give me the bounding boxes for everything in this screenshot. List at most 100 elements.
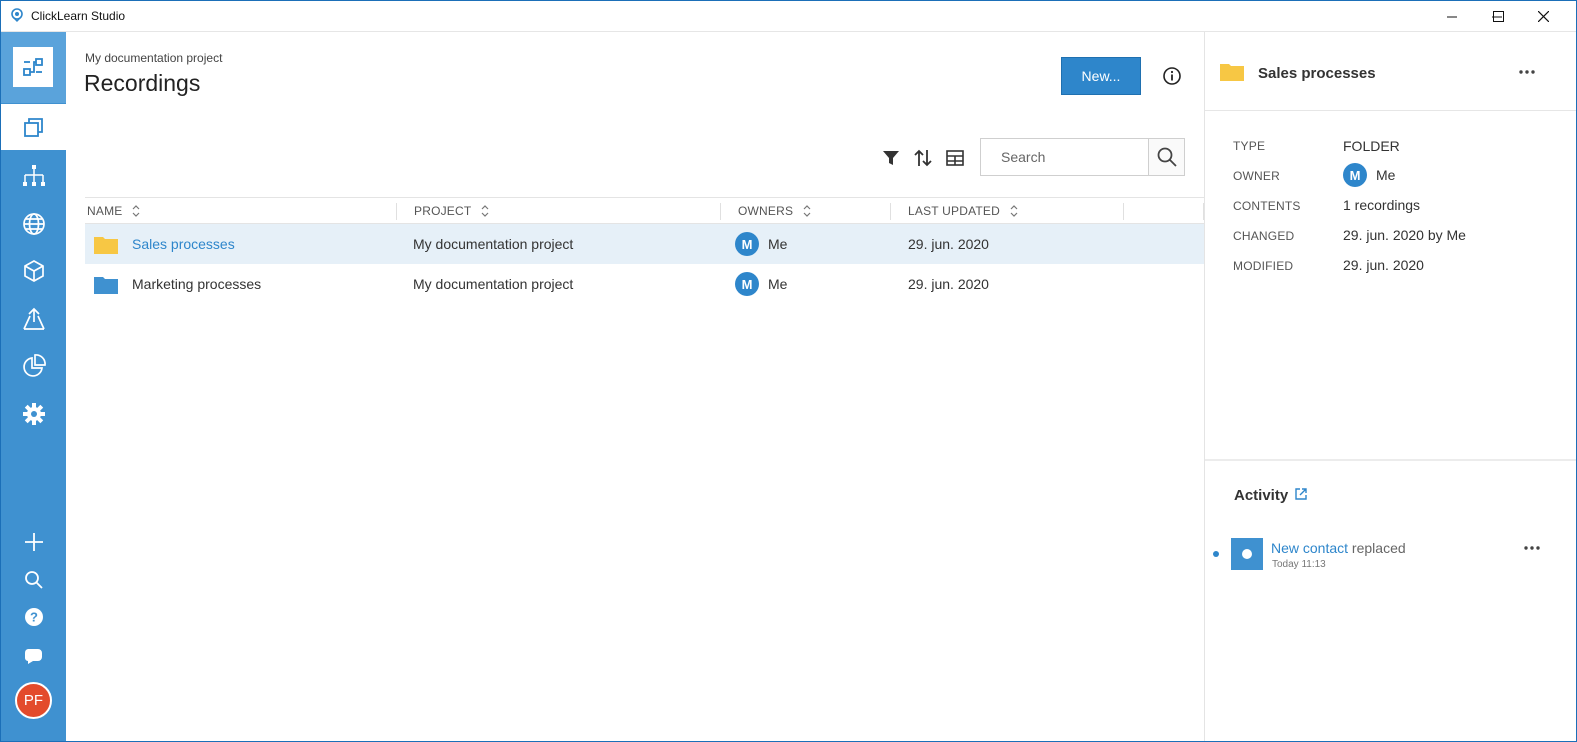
row-owner: M Me	[735, 224, 787, 264]
close-icon	[1537, 11, 1549, 22]
clicklearn-logo-icon	[11, 8, 23, 22]
column-header-last-updated[interactable]: LAST UPDATED	[908, 198, 1018, 224]
new-button[interactable]: New...	[1061, 57, 1141, 95]
prop-modified-label: MODIFIED	[1233, 259, 1294, 273]
user-avatar[interactable]: PF	[15, 682, 52, 719]
sidebar-chat-button[interactable]	[1, 633, 66, 679]
row-name[interactable]: Marketing processes	[132, 264, 261, 304]
prop-contents-label: CONTENTS	[1233, 199, 1301, 213]
owner-avatar: M	[735, 272, 759, 296]
add-icon	[24, 533, 43, 551]
external-link-icon[interactable]	[1295, 488, 1307, 500]
column-separator[interactable]	[720, 203, 721, 220]
row-project: My documentation project	[413, 236, 574, 252]
activity-more-button[interactable]	[1520, 538, 1544, 558]
activity-item-link[interactable]: New contact	[1271, 540, 1348, 556]
search-box	[980, 138, 1185, 176]
publish-icon	[22, 307, 45, 330]
filter-icon	[883, 151, 899, 165]
info-icon[interactable]	[1162, 66, 1182, 86]
page-title: Recordings	[84, 70, 201, 96]
prop-changed-label: CHANGED	[1233, 229, 1295, 243]
owner-avatar: M	[735, 232, 759, 256]
panel-divider[interactable]	[1205, 459, 1576, 461]
folder-icon	[1220, 64, 1244, 81]
column-separator[interactable]	[396, 203, 397, 220]
sidebar-item-package[interactable]	[1, 248, 66, 294]
folder-icon	[94, 237, 118, 254]
search-input[interactable]	[981, 139, 1148, 175]
prop-type-value: FOLDER	[1343, 138, 1400, 154]
column-header-name[interactable]: NAME	[87, 198, 140, 224]
globe-icon	[22, 213, 45, 235]
chat-icon	[24, 649, 42, 664]
minimize-button-2[interactable]	[1429, 1, 1475, 32]
sidebar-item-reports[interactable]	[1, 343, 66, 389]
prop-modified-value: 29. jun. 2020	[1343, 257, 1424, 273]
maximize-button[interactable]	[1475, 1, 1521, 32]
breadcrumb[interactable]: My documentation project	[85, 51, 222, 65]
title-bar: ClickLearn Studio	[1, 1, 1576, 32]
details-title: Sales processes	[1258, 65, 1376, 82]
row-updated: 29. jun. 2020	[908, 276, 989, 292]
close-button[interactable]	[1520, 1, 1566, 32]
sidebar-item-publish[interactable]	[1, 296, 66, 342]
sidebar-item-recordings[interactable]	[1, 104, 66, 150]
table-header: NAME PROJECT OWNERS LAST UPDATED	[85, 197, 1204, 224]
settings-icon	[22, 403, 45, 425]
prop-owner-label: OWNER	[1233, 169, 1280, 183]
folder-icon	[94, 277, 118, 294]
activity-item-time: Today 11:13	[1272, 559, 1326, 570]
activity-item-icon	[1231, 538, 1263, 570]
filter-button[interactable]	[880, 147, 902, 169]
minimize-icon	[1447, 16, 1457, 17]
column-separator[interactable]	[1123, 203, 1124, 220]
sort-icon	[914, 149, 932, 167]
sidebar-item-settings[interactable]	[1, 391, 66, 437]
unread-dot	[1213, 551, 1219, 557]
column-header-owners[interactable]: OWNERS	[738, 198, 811, 224]
sidebar-item-globe[interactable]	[1, 201, 66, 247]
sidebar-logo[interactable]	[1, 32, 66, 103]
owner-avatar: M	[1343, 163, 1367, 187]
row-owner: M Me	[735, 264, 787, 304]
sitemap-icon	[22, 165, 45, 186]
row-updated: 29. jun. 2020	[908, 236, 989, 252]
activity-item-text: New contact replaced	[1271, 540, 1406, 556]
details-panel: Sales processes TYPE FOLDER OWNER M Me C…	[1204, 32, 1576, 741]
prop-contents-value: 1 recordings	[1343, 197, 1421, 213]
sidebar: ? PF	[1, 32, 66, 741]
app-window: ClickLearn Studio ? PF My documentation …	[0, 0, 1577, 742]
sort-button[interactable]	[912, 147, 934, 169]
details-more-button[interactable]	[1515, 62, 1539, 82]
column-header-project[interactable]: PROJECT	[414, 198, 489, 224]
table-row[interactable]: Marketing processes My documentation pro…	[85, 264, 1204, 304]
sort-arrows-icon	[1010, 205, 1018, 217]
maximize-icon	[1492, 11, 1504, 22]
sort-arrows-icon	[803, 205, 811, 217]
workflow-logo-icon	[23, 58, 43, 76]
search-button[interactable]	[1148, 139, 1184, 175]
row-name[interactable]: Sales processes	[132, 224, 235, 264]
prop-type-label: TYPE	[1233, 139, 1266, 153]
sort-arrows-icon	[481, 205, 489, 217]
chart-icon	[22, 354, 46, 377]
recordings-icon	[23, 118, 43, 137]
prop-owner-value: M Me	[1343, 163, 1395, 187]
column-separator[interactable]	[890, 203, 891, 220]
details-header: Sales processes	[1205, 32, 1576, 111]
recordings-table: NAME PROJECT OWNERS LAST UPDATED Sales p…	[85, 197, 1204, 304]
table-row[interactable]: Sales processes My documentation project…	[85, 224, 1204, 264]
sort-arrows-icon	[133, 205, 140, 217]
help-icon: ?	[24, 608, 43, 626]
row-project: My documentation project	[413, 276, 574, 292]
window-title: ClickLearn Studio	[31, 9, 126, 23]
main-content: My documentation project Recordings New.…	[66, 32, 1204, 741]
grid-view-icon	[946, 150, 964, 166]
prop-changed-value: 29. jun. 2020 by Me	[1343, 227, 1466, 243]
svg-text:?: ?	[30, 610, 38, 625]
sidebar-item-sitemap[interactable]	[1, 153, 66, 199]
activity-title: Activity	[1234, 487, 1289, 504]
view-toggle-button[interactable]	[944, 147, 966, 169]
search-icon	[24, 571, 43, 589]
